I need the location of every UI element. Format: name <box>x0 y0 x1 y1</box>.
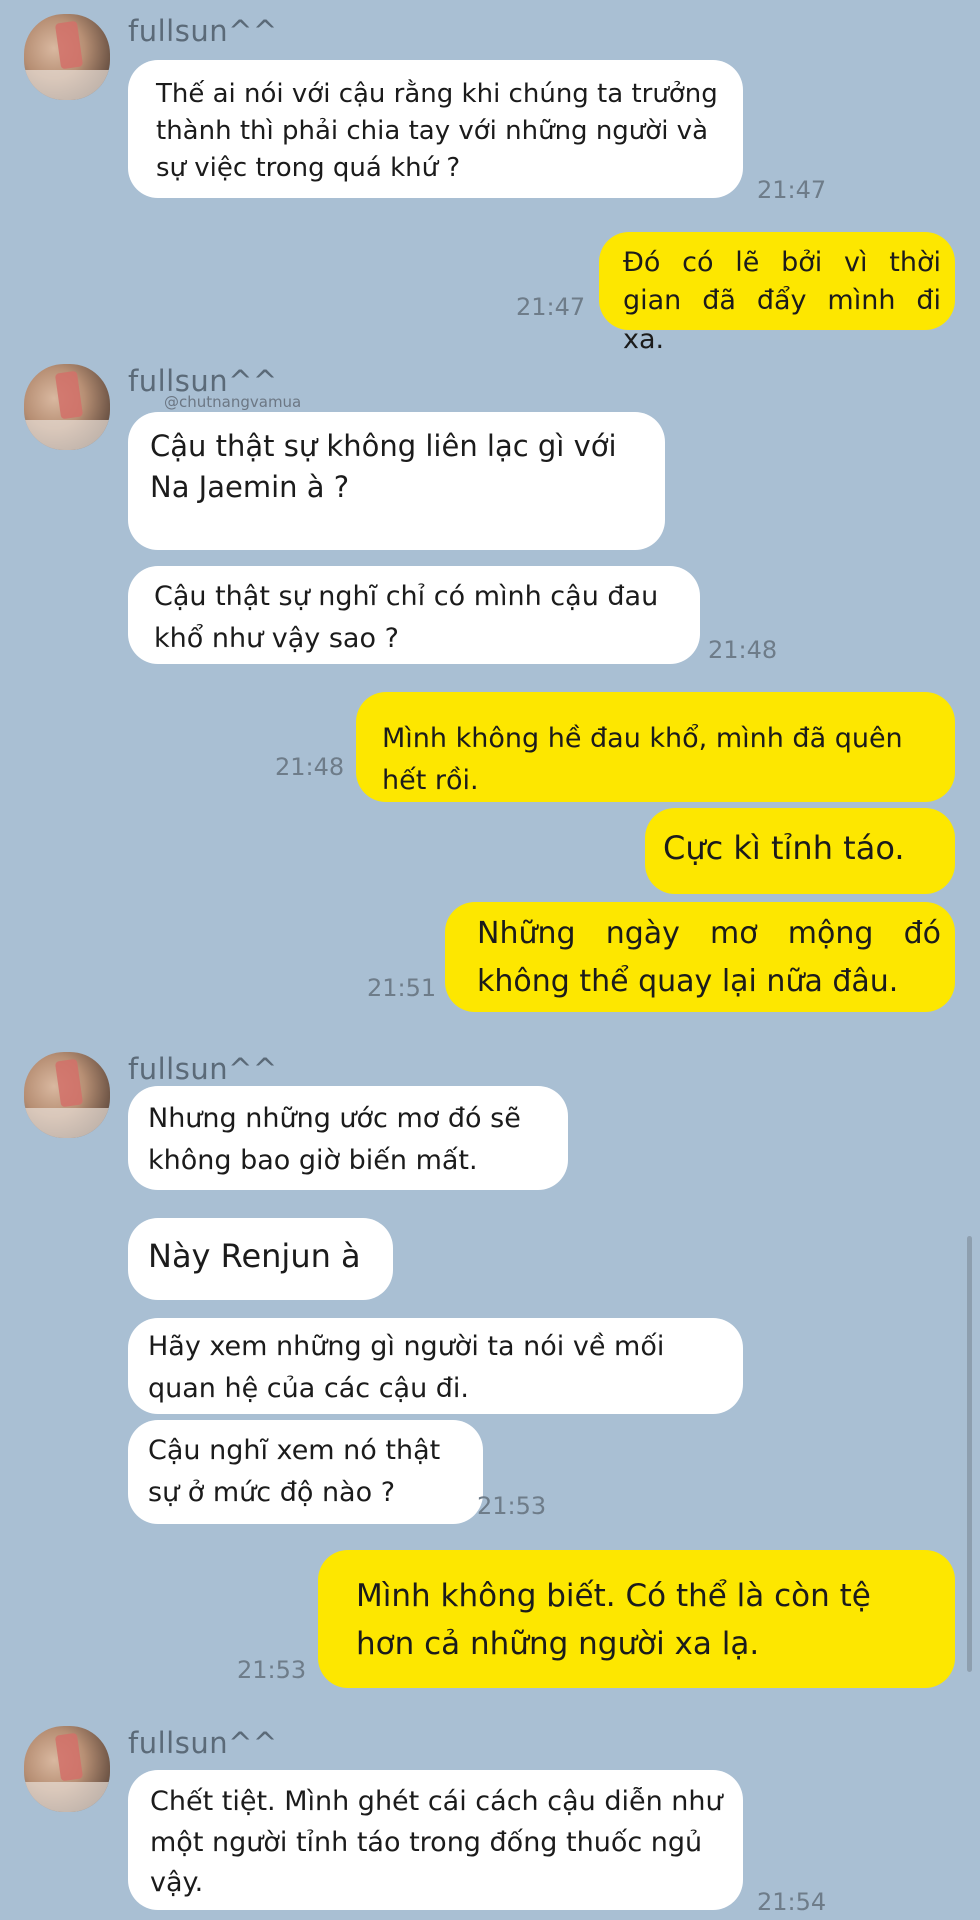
message-time: 21:53 <box>237 1656 307 1684</box>
message-time: 21:48 <box>275 753 345 781</box>
message-time: 21:47 <box>757 176 827 204</box>
message-text: Cậu nghĩ xem nó thật sự ở mức độ nào ? <box>148 1435 441 1508</box>
message-text: Cậu thật sự nghĩ chỉ có mình cậu đau khổ… <box>154 581 659 654</box>
message-text: Những ngày mơ mộng đó không thể quay lại… <box>477 916 941 999</box>
message-text: Này Renjun à <box>148 1237 361 1275</box>
message-time: 21:51 <box>367 974 437 1002</box>
sender-name: fullsun^^ <box>128 14 278 48</box>
message-bubble-incoming[interactable]: Cậu nghĩ xem nó thật sự ở mức độ nào ? <box>128 1420 483 1524</box>
message-text: Đó có lẽ bởi vì thời gian đã đẩy mình đi… <box>623 247 941 355</box>
message-time: 21:47 <box>516 293 586 321</box>
message-bubble-outgoing[interactable]: Đó có lẽ bởi vì thời gian đã đẩy mình đi… <box>599 232 955 355</box>
message-text: Hãy xem những gì người ta nói về mối qua… <box>148 1331 665 1404</box>
message-time: 21:48 <box>708 636 778 664</box>
message-time: 21:54 <box>757 1888 827 1916</box>
message-bubble-incoming[interactable]: Hãy xem những gì người ta nói về mối qua… <box>128 1318 743 1414</box>
message-bubble-incoming[interactable]: Chết tiệt. Mình ghét cái cách cậu diễn n… <box>128 1770 743 1910</box>
message-text: Mình không biết. Có thể là còn tệ hơn cả… <box>356 1578 871 1663</box>
message-text: Chết tiệt. Mình ghét cái cách cậu diễn n… <box>150 1786 723 1898</box>
message-text: Thế ai nói với cậu rằng khi chúng ta trư… <box>156 79 718 183</box>
message-bubble-incoming[interactable]: Cậu thật sự nghĩ chỉ có mình cậu đau khổ… <box>128 566 700 664</box>
watermark: @chutnangvamua <box>164 393 302 411</box>
message-text: Mình không hề đau khổ, mình đã quên hết … <box>382 723 903 796</box>
message-bubble-incoming[interactable]: Nhưng những ước mơ đó sẽ không bao giờ b… <box>128 1086 568 1190</box>
message-bubble-outgoing[interactable]: Những ngày mơ mộng đó không thể quay lại… <box>445 902 955 1012</box>
message-bubble-incoming[interactable]: Thế ai nói với cậu rằng khi chúng ta trư… <box>128 60 743 198</box>
avatar[interactable] <box>24 1052 110 1138</box>
scrollbar[interactable] <box>967 1236 972 1672</box>
message-bubble-incoming[interactable]: Cậu thật sự không liên lạc gì với Na Jae… <box>128 412 665 550</box>
message-bubble-outgoing[interactable]: Mình không biết. Có thể là còn tệ hơn cả… <box>318 1550 955 1688</box>
message-bubble-incoming[interactable]: Này Renjun à <box>128 1218 393 1300</box>
avatar[interactable] <box>24 14 110 100</box>
message-text: Cực kì tỉnh táo. <box>663 829 905 867</box>
message-time: 21:53 <box>477 1492 547 1520</box>
avatar[interactable] <box>24 1726 110 1812</box>
message-text: Nhưng những ước mơ đó sẽ không bao giờ b… <box>148 1103 521 1176</box>
message-text: Cậu thật sự không liên lạc gì với Na Jae… <box>150 429 617 505</box>
message-bubble-outgoing[interactable]: Cực kì tỉnh táo. <box>645 808 955 894</box>
sender-name: fullsun^^ <box>128 1052 278 1086</box>
message-bubble-outgoing[interactable]: Mình không hề đau khổ, mình đã quên hết … <box>356 692 955 802</box>
sender-name: fullsun^^ <box>128 1726 278 1760</box>
avatar[interactable] <box>24 364 110 450</box>
